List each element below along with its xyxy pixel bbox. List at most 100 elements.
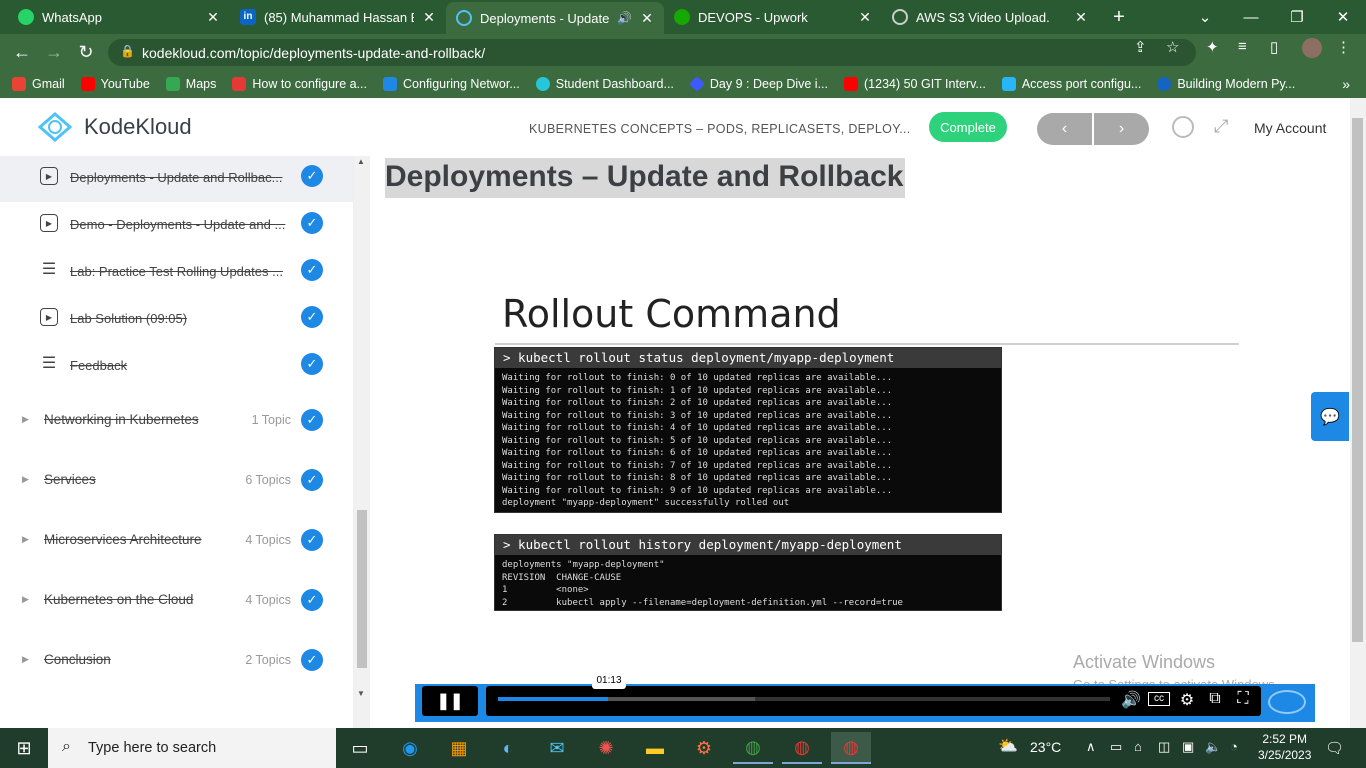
more-bookmarks-icon[interactable]: » [1342, 76, 1350, 92]
close-icon[interactable]: ✕ [422, 9, 436, 26]
mail-icon[interactable]: ✉ [537, 732, 577, 764]
app-icon[interactable]: ✺ [586, 732, 626, 764]
volume-tray-icon[interactable]: 🔈 [1205, 739, 1221, 755]
kodekloud-logo[interactable]: KodeKloud [36, 112, 192, 142]
section-microservices[interactable]: ▶ Microservices Architecture 4 Topics ✓ [0, 510, 353, 570]
chrome-profile-icon[interactable]: ◍ [782, 732, 822, 764]
bookmark-star-icon[interactable]: ☆ [1166, 38, 1179, 56]
speaker-icon[interactable]: 🔊 [617, 11, 632, 25]
tray-app-icon[interactable]: ▣ [1182, 739, 1194, 755]
captions-icon[interactable]: cc [1148, 692, 1170, 706]
next-button[interactable]: › [1094, 113, 1149, 145]
volume-icon[interactable]: 🔊 [1120, 690, 1142, 710]
close-icon[interactable]: ✕ [640, 10, 654, 27]
video-timeline[interactable] [486, 686, 1261, 716]
close-icon[interactable]: ✕ [206, 9, 220, 26]
bookmark-gmail[interactable]: Gmail [12, 77, 65, 91]
weather-temp[interactable]: 23°C [1030, 739, 1061, 755]
notifications-icon[interactable]: 🗨 [1325, 739, 1344, 757]
lock-icon[interactable]: 🔒 [120, 44, 135, 58]
section-kubernetes-cloud[interactable]: ▶ Kubernetes on the Cloud 4 Topics ✓ [0, 570, 353, 630]
tab-deployments[interactable]: Deployments - Update a 🔊 ✕ [446, 2, 664, 34]
bookmark-configuring-network[interactable]: Configuring Networ... [383, 77, 520, 91]
tab-upwork[interactable]: DEVOPS - Upwork ✕ [664, 0, 882, 34]
bookmark-building-modern[interactable]: Building Modern Py... [1157, 77, 1295, 91]
forward-button[interactable]: → [42, 40, 66, 64]
lesson-item[interactable]: ▶ Lab Solution (09:05) ✓ [0, 296, 353, 342]
lesson-item[interactable]: ☰ Feedback ✓ [0, 343, 353, 389]
side-panel-icon[interactable]: ▯ [1270, 38, 1278, 56]
bookmark-access-port[interactable]: Access port configu... [1001, 77, 1141, 91]
lesson-item[interactable]: ▶ Demo - Deployments - Update and ... ✓ [0, 202, 353, 248]
reload-button[interactable]: ↻ [74, 40, 98, 64]
scroll-up-arrow-icon[interactable]: ▲ [357, 157, 365, 166]
file-explorer-icon[interactable]: ▬ [635, 732, 675, 764]
profile-avatar[interactable] [1302, 38, 1322, 58]
close-icon[interactable]: ✕ [858, 9, 872, 26]
expand-arrow-icon[interactable]: ▶ [22, 474, 29, 485]
store-icon[interactable]: ▦ [439, 732, 479, 764]
bookmark-label: Student Dashboard... [555, 77, 674, 91]
chrome-icon[interactable]: ◍ [733, 732, 773, 764]
share-icon[interactable]: ⇪ [1134, 38, 1147, 56]
network-icon[interactable]: ⌂ [1134, 739, 1142, 754]
tray-chevron-icon[interactable]: ∧ [1086, 739, 1096, 755]
section-conclusion[interactable]: ▶ Conclusion 2 Topics ✓ [0, 630, 353, 690]
system-clock[interactable]: 2:52 PM 3/25/2023 [1258, 731, 1311, 763]
bookmark-how-to-configure[interactable]: How to configure a... [232, 77, 367, 91]
scroll-down-arrow-icon[interactable]: ▼ [357, 689, 365, 698]
weather-icon[interactable]: ⛅ [998, 736, 1018, 756]
url-field[interactable]: 🔒 kodekloud.com/topic/deployments-update… [108, 39, 1196, 66]
task-view-icon[interactable]: ▭ [340, 732, 380, 764]
new-tab-button[interactable]: + [1096, 0, 1142, 34]
menu-kebab-icon[interactable]: ⋮ [1336, 38, 1351, 56]
sidebar-scrollbar-thumb[interactable] [357, 510, 367, 668]
picture-in-picture-icon[interactable]: ⧉ [1204, 690, 1226, 708]
lesson-item[interactable]: ☰ Lab: Practice Test Rolling Updates ...… [0, 249, 353, 295]
logo-text: KodeKloud [84, 114, 192, 139]
expand-arrow-icon[interactable]: ▶ [22, 594, 29, 605]
page-scrollbar-thumb[interactable] [1352, 118, 1363, 642]
media-control-icon[interactable]: ≡ [1238, 38, 1247, 55]
settings-app-icon[interactable]: ⚙ [684, 732, 724, 764]
extensions-icon[interactable]: ✦ [1206, 38, 1219, 56]
expand-arrow-icon[interactable]: ▶ [22, 414, 29, 425]
tab-aws-s3[interactable]: AWS S3 Video Upload. ✕ [882, 0, 1098, 34]
previous-button[interactable]: ‹ [1037, 113, 1092, 145]
video-fullscreen-icon[interactable]: ⛶ [1232, 690, 1254, 708]
chrome-active-icon[interactable]: ◍ [831, 732, 871, 764]
minimize-button[interactable]: — [1228, 0, 1274, 34]
my-account-link[interactable]: My Account [1254, 120, 1326, 136]
back-button[interactable]: ← [10, 40, 34, 64]
section-networking[interactable]: ▶ Networking in Kubernetes 1 Topic ✓ [0, 390, 353, 450]
pause-button[interactable]: ❚❚ [422, 686, 478, 716]
bookmark-day-9[interactable]: Day 9 : Deep Dive i... [688, 76, 828, 92]
check-icon: ✓ [301, 529, 323, 551]
bookmark-student-dashboard[interactable]: Student Dashboard... [535, 77, 674, 91]
tab-linkedin[interactable]: in (85) Muhammad Hassan Bas ✕ [230, 0, 446, 34]
tray-app-icon[interactable]: ◫ [1158, 739, 1170, 755]
close-window-button[interactable]: ✕ [1320, 0, 1366, 34]
chat-support-button[interactable]: 💬 [1311, 392, 1349, 441]
dark-mode-icon[interactable] [1172, 116, 1194, 138]
expand-arrow-icon[interactable]: ▶ [22, 654, 29, 665]
tab-search-chevron-icon[interactable]: ⌄ [1182, 0, 1228, 34]
settings-gear-icon[interactable]: ⚙ [1176, 690, 1198, 710]
battery-icon[interactable]: ▭ [1110, 739, 1122, 755]
restore-button[interactable]: ❐ [1274, 0, 1320, 34]
close-icon[interactable]: ✕ [1074, 9, 1088, 26]
section-services[interactable]: ▶ Services 6 Topics ✓ [0, 450, 353, 510]
tab-whatsapp[interactable]: WhatsApp ✕ [8, 0, 230, 34]
wifi-icon[interactable]: ◔ [1230, 739, 1238, 754]
app-icon[interactable]: ◐ [488, 732, 528, 764]
complete-button[interactable]: Complete [929, 112, 1007, 142]
bookmark-maps[interactable]: Maps [165, 77, 216, 91]
bookmark-git-interview[interactable]: (1234) 50 GIT Interv... [844, 77, 986, 91]
lesson-item[interactable]: ▶ Deployments - Update and Rollbac... ✓ [0, 156, 353, 202]
bookmark-youtube[interactable]: YouTube [80, 77, 150, 91]
edge-icon[interactable]: ◉ [390, 732, 430, 764]
taskbar-search-box[interactable]: ⌕ Type here to search [48, 728, 336, 768]
windows-start-button[interactable]: ⊞ [0, 728, 48, 768]
fullscreen-icon[interactable]: ⤢ [1214, 116, 1228, 137]
expand-arrow-icon[interactable]: ▶ [22, 534, 29, 545]
